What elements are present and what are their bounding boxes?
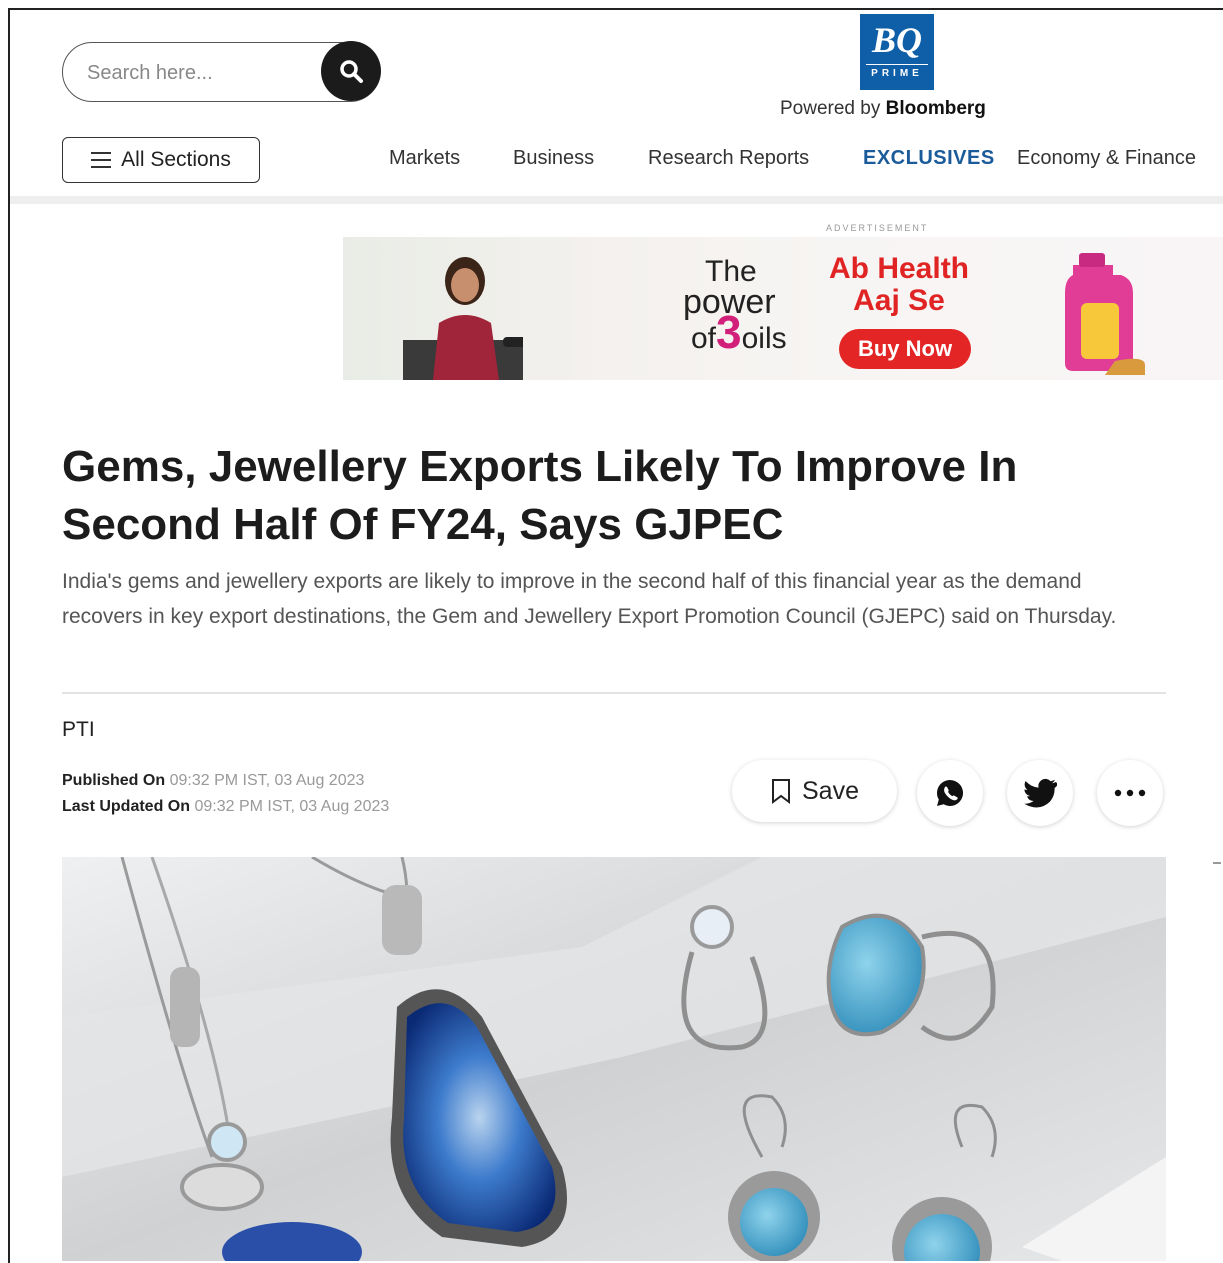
nav-research-reports[interactable]: Research Reports <box>648 147 809 170</box>
updated-label: Last Updated On <box>62 798 191 815</box>
search-box <box>62 41 381 102</box>
bookmark-icon <box>772 779 790 804</box>
nav-exclusives[interactable]: EXCLUSIVES <box>863 147 995 170</box>
logo-main: BQ <box>871 20 922 60</box>
search-input[interactable] <box>85 57 309 89</box>
logo-sub: PRIME <box>866 64 928 79</box>
all-sections-label: All Sections <box>121 148 231 171</box>
ad-tagline-1: Ab Health <box>829 252 970 285</box>
save-label: Save <box>802 776 859 805</box>
nav-markets[interactable]: Markets <box>389 147 460 170</box>
ad-line-3-number: 3 <box>716 306 742 358</box>
powered-by: Powered by Bloomberg <box>780 98 986 120</box>
ad-label: ADVERTISEMENT <box>826 223 929 233</box>
more-share-button[interactable] <box>1097 760 1163 826</box>
ad-tagline: Ab Health Aaj Se <box>829 253 969 317</box>
article-divider <box>62 692 1166 694</box>
article-title: Gems, Jewellery Exports Likely To Improv… <box>62 442 1018 549</box>
published-value: 09:32 PM IST, 03 Aug 2023 <box>169 772 365 789</box>
oil-bottle-image <box>1065 253 1145 375</box>
ad-line-3: of3oils <box>683 309 787 355</box>
all-sections-button[interactable]: All Sections <box>62 137 260 183</box>
nav-economy-finance[interactable]: Economy & Finance <box>1017 147 1196 170</box>
share-twitter-button[interactable] <box>1007 760 1073 826</box>
header-divider <box>10 196 1223 204</box>
page-edge-mark <box>1213 862 1221 864</box>
powered-prefix: Powered by <box>780 98 881 119</box>
ad-line-3-prefix: of <box>691 322 717 355</box>
ad-tagline-2: Aaj Se <box>853 284 945 317</box>
timestamps: Published On 09:32 PM IST, 03 Aug 2023 L… <box>62 768 389 820</box>
hamburger-icon <box>91 152 112 168</box>
search-icon <box>340 60 363 83</box>
author-name[interactable]: PTI <box>62 718 95 742</box>
ad-banner[interactable]: The power of3oils Ab Health Aaj Se Buy N… <box>343 237 1223 380</box>
ad-model-image <box>403 257 523 380</box>
more-icon <box>1114 789 1146 797</box>
save-button[interactable]: Save <box>732 760 897 822</box>
ad-headline: The power of3oils <box>683 257 787 356</box>
article-hero-image[interactable] <box>62 857 1166 1261</box>
powered-brand: Bloomberg <box>885 98 986 119</box>
search-button[interactable] <box>321 41 381 101</box>
jewellery-photo <box>62 857 1166 1261</box>
published-label: Published On <box>62 772 166 789</box>
nav-business[interactable]: Business <box>513 147 594 170</box>
bq-prime-logo[interactable]: BQ PRIME <box>860 14 934 90</box>
updated-value: 09:32 PM IST, 03 Aug 2023 <box>194 798 390 815</box>
whatsapp-icon <box>937 780 964 806</box>
twitter-icon <box>1024 778 1057 808</box>
ad-line-3-suffix: oils <box>741 322 787 355</box>
share-whatsapp-button[interactable] <box>917 760 983 826</box>
ad-buy-now-button[interactable]: Buy Now <box>839 329 971 369</box>
article-summary: India's gems and jewellery exports are l… <box>62 570 1117 628</box>
